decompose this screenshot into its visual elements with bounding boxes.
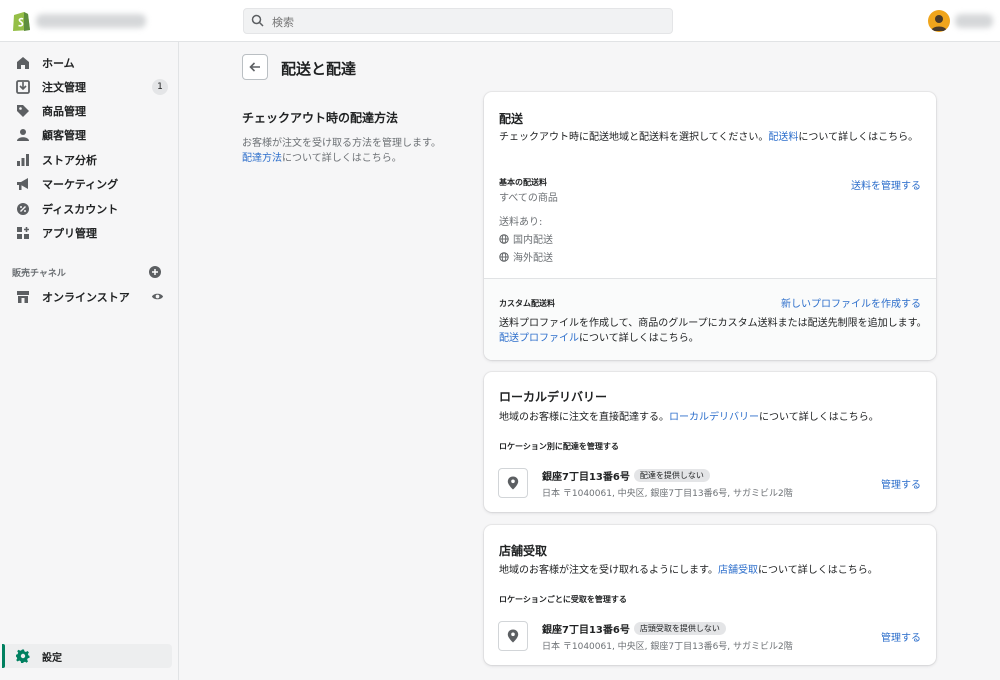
orders-icon [15, 79, 31, 95]
sidebar-item-apps[interactable]: アプリ管理 [8, 222, 172, 244]
location-pin-icon [507, 629, 519, 643]
bar-chart-icon [15, 152, 31, 168]
custom-desc-suffix: について詳しくはこちら。 [579, 333, 699, 344]
shipping-desc-suffix: について詳しくはこちら。 [798, 132, 919, 143]
location-pin-box [498, 468, 528, 498]
location-name-text: 銀座7丁目13番6号 [542, 472, 630, 483]
manage-pickup-link[interactable]: 管理する [881, 629, 921, 644]
apps-icon [15, 225, 31, 241]
location-pin-box [498, 621, 528, 651]
general-rates-products: すべての商品 [499, 193, 558, 204]
custom-rates-section: カスタム配送料 新しいプロファイルを作成する 送料プロファイルを作成して、商品の… [484, 278, 936, 360]
sidebar-item-customers[interactable]: 顧客管理 [8, 124, 172, 146]
local-delivery-section-heading: ロケーション別に配達を管理する [499, 442, 619, 451]
search-input[interactable] [270, 11, 664, 33]
search-bar[interactable] [243, 8, 673, 34]
sidebar-item-analytics[interactable]: ストア分析 [8, 149, 172, 171]
location-pin-icon [507, 476, 519, 490]
sidebar-item-marketing[interactable]: マーケティング [8, 173, 172, 195]
discount-icon [15, 201, 31, 217]
shipping-card: 配送 チェックアウト時に配送地域と配送料を選択してください。配送料について詳しく… [484, 92, 936, 360]
search-icon [251, 14, 264, 27]
add-channel-icon[interactable] [148, 265, 162, 279]
location-name: 銀座7丁目13番6号 配達を提供しない [542, 468, 710, 483]
store-name[interactable] [36, 14, 146, 28]
delivery-methods-link[interactable]: 配達方法 [242, 153, 282, 164]
shipping-description: チェックアウト時に配送地域と配送料を選択してください。配送料について詳しくはこち… [499, 130, 924, 145]
manage-rates-link[interactable]: 送料を管理する [851, 177, 921, 192]
general-rates-heading: 基本の配送料 [499, 178, 547, 187]
local-delivery-card: ローカルデリバリー 地域のお客様に注文を直接配達する。ローカルデリバリーについて… [484, 372, 936, 512]
back-button[interactable] [242, 54, 268, 80]
pickup-section-heading: ロケーションごとに受取を管理する [499, 595, 627, 604]
sidebar: ホーム 注文管理 1 商品管理 顧客管理 ストア分析 マーケティング ディスカウ… [0, 42, 179, 680]
pickup-desc-text: 地域のお客様が注文を受け取れるようにします。 [499, 565, 718, 576]
orders-count-badge: 1 [152, 79, 168, 95]
pickup-desc-suffix: について詳しくはこちら。 [758, 565, 878, 576]
custom-rates-heading: カスタム配送料 [499, 299, 555, 308]
status-badge: 配達を提供しない [633, 469, 710, 482]
divider [484, 278, 936, 279]
user-name[interactable] [955, 14, 993, 28]
custom-rates-description: 送料プロファイルを作成して、商品のグループにカスタム送料または配送先制限を追加し… [499, 316, 927, 346]
sales-channels-heading: 販売チャネル [12, 269, 66, 279]
shipping-rates-link[interactable]: 配送料 [768, 132, 798, 143]
shipping-desc-text: チェックアウト時に配送地域と配送料を選択してください。 [499, 132, 769, 143]
megaphone-icon [15, 176, 31, 192]
local-delivery-link[interactable]: ローカルデリバリー [669, 412, 759, 423]
gear-icon [15, 648, 31, 664]
pickup-card: 店舗受取 地域のお客様が注文を受け取れるようにします。店舗受取について詳しくはこ… [484, 525, 936, 665]
sidebar-item-settings[interactable]: 設定 [2, 644, 172, 668]
status-badge: 店頭受取を提供しない [633, 622, 726, 635]
eye-icon[interactable] [151, 290, 164, 303]
custom-desc-text: 送料プロファイルを作成して、商品のグループにカスタム送料または配送先制限を追加し… [499, 318, 927, 329]
aside-desc-suffix: について詳しくはこちら。 [282, 153, 402, 164]
user-avatar-icon [931, 15, 947, 31]
home-icon [15, 55, 31, 71]
rates-label: 送料あり: [499, 217, 543, 228]
avatar[interactable] [928, 10, 950, 32]
store-icon [15, 289, 31, 305]
tag-icon [15, 103, 31, 119]
location-address: 日本 〒1040061, 中央区, 銀座7丁目13番6号, サガミビル2階 [542, 489, 793, 499]
local-delivery-description: 地域のお客様に注文を直接配達する。ローカルデリバリーについて詳しくはこちら。 [499, 410, 929, 425]
shipping-profiles-link[interactable]: 配送プロファイル [499, 333, 579, 344]
zone-international: 海外配送 [499, 249, 553, 264]
shopify-logo-icon[interactable] [11, 10, 31, 32]
zone-domestic-label: 国内配送 [513, 235, 553, 246]
aside-description: お客様が注文を受け取る方法を管理します。 配達方法について詳しくはこちら。 [242, 136, 462, 166]
location-address: 日本 〒1040061, 中央区, 銀座7丁目13番6号, サガミビル2階 [542, 642, 793, 652]
pickup-description: 地域のお客様が注文を受け取れるようにします。店舗受取について詳しくはこちら。 [499, 563, 929, 578]
globe-icon [499, 251, 509, 262]
sidebar-item-discounts[interactable]: ディスカウント [8, 198, 172, 220]
aside-desc-text: お客様が注文を受け取る方法を管理します。 [242, 138, 441, 149]
create-profile-link[interactable]: 新しいプロファイルを作成する [781, 295, 921, 310]
person-icon [15, 127, 31, 143]
aside-title: チェックアウト時の配達方法 [242, 111, 399, 125]
pickup-link[interactable]: 店舗受取 [718, 565, 758, 576]
location-name: 銀座7丁目13番6号 店頭受取を提供しない [542, 621, 726, 636]
page-title: 配送と配達 [281, 60, 357, 78]
pickup-title: 店舗受取 [499, 544, 548, 558]
sidebar-item-online-store[interactable]: オンラインストア [8, 286, 172, 308]
shipping-title: 配送 [499, 112, 524, 126]
top-bar [0, 0, 1000, 42]
sidebar-item-orders[interactable]: 注文管理 1 [8, 76, 172, 98]
local-desc-suffix: について詳しくはこちら。 [759, 412, 879, 423]
manage-local-delivery-link[interactable]: 管理する [881, 476, 921, 491]
local-delivery-title: ローカルデリバリー [499, 390, 608, 404]
zone-domestic: 国内配送 [499, 231, 553, 246]
sidebar-item-products[interactable]: 商品管理 [8, 100, 172, 122]
globe-icon [499, 233, 509, 244]
arrow-left-icon [249, 62, 260, 72]
location-name-text: 銀座7丁目13番6号 [542, 625, 630, 636]
local-desc-text: 地域のお客様に注文を直接配達する。 [499, 412, 669, 423]
sidebar-item-home[interactable]: ホーム [8, 52, 172, 74]
zone-international-label: 海外配送 [513, 253, 553, 264]
